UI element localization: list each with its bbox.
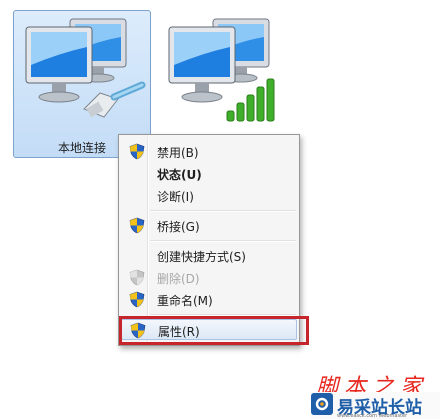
uac-shield-icon	[129, 143, 145, 160]
wireless-connection-icon-tile[interactable]	[156, 10, 294, 130]
menu-item-label: 状态(U)	[157, 168, 202, 182]
menu-separator	[150, 210, 296, 212]
site-logo-icon	[311, 393, 333, 415]
menu-item-disable[interactable]: 禁用(B)	[121, 141, 297, 162]
menu-item-label: 重命名(M)	[157, 294, 213, 308]
menu-item-label: 创建快捷方式(S)	[157, 250, 246, 264]
wireless-network-icon	[168, 18, 275, 122]
menu-item-delete: 删除(D)	[121, 267, 297, 288]
menu-item-label: 禁用(B)	[157, 146, 199, 160]
menu-item-create-shortcut[interactable]: 创建快捷方式(S)	[121, 245, 297, 266]
menu-item-bridge[interactable]: 桥接(G)	[121, 215, 297, 236]
watermark-logo: 易采站长站 www.easck.com Webmaster	[311, 392, 440, 419]
wired-network-icon	[25, 18, 146, 118]
highlight-frame	[119, 316, 309, 345]
menu-item-status[interactable]: 状态(U)	[121, 163, 297, 184]
menu-separator	[150, 240, 296, 242]
menu-item-diagnose[interactable]: 诊断(I)	[121, 185, 297, 206]
menu-item-label: 删除(D)	[157, 272, 200, 286]
uac-shield-icon	[129, 217, 145, 234]
uac-shield-icon	[129, 291, 145, 308]
menu-item-rename[interactable]: 重命名(M)	[121, 289, 297, 310]
context-menu: 禁用(B) 状态(U) 诊断(I) 桥接(G) 创建快捷方式(S) 删除(D)	[118, 134, 300, 346]
watermark-logo-subtext: www.easck.com Webmaster	[337, 413, 408, 419]
uac-shield-icon	[129, 269, 145, 286]
menu-item-label: 诊断(I)	[157, 190, 194, 204]
menu-item-label: 桥接(G)	[157, 220, 200, 234]
signal-strength-icon	[226, 78, 275, 122]
